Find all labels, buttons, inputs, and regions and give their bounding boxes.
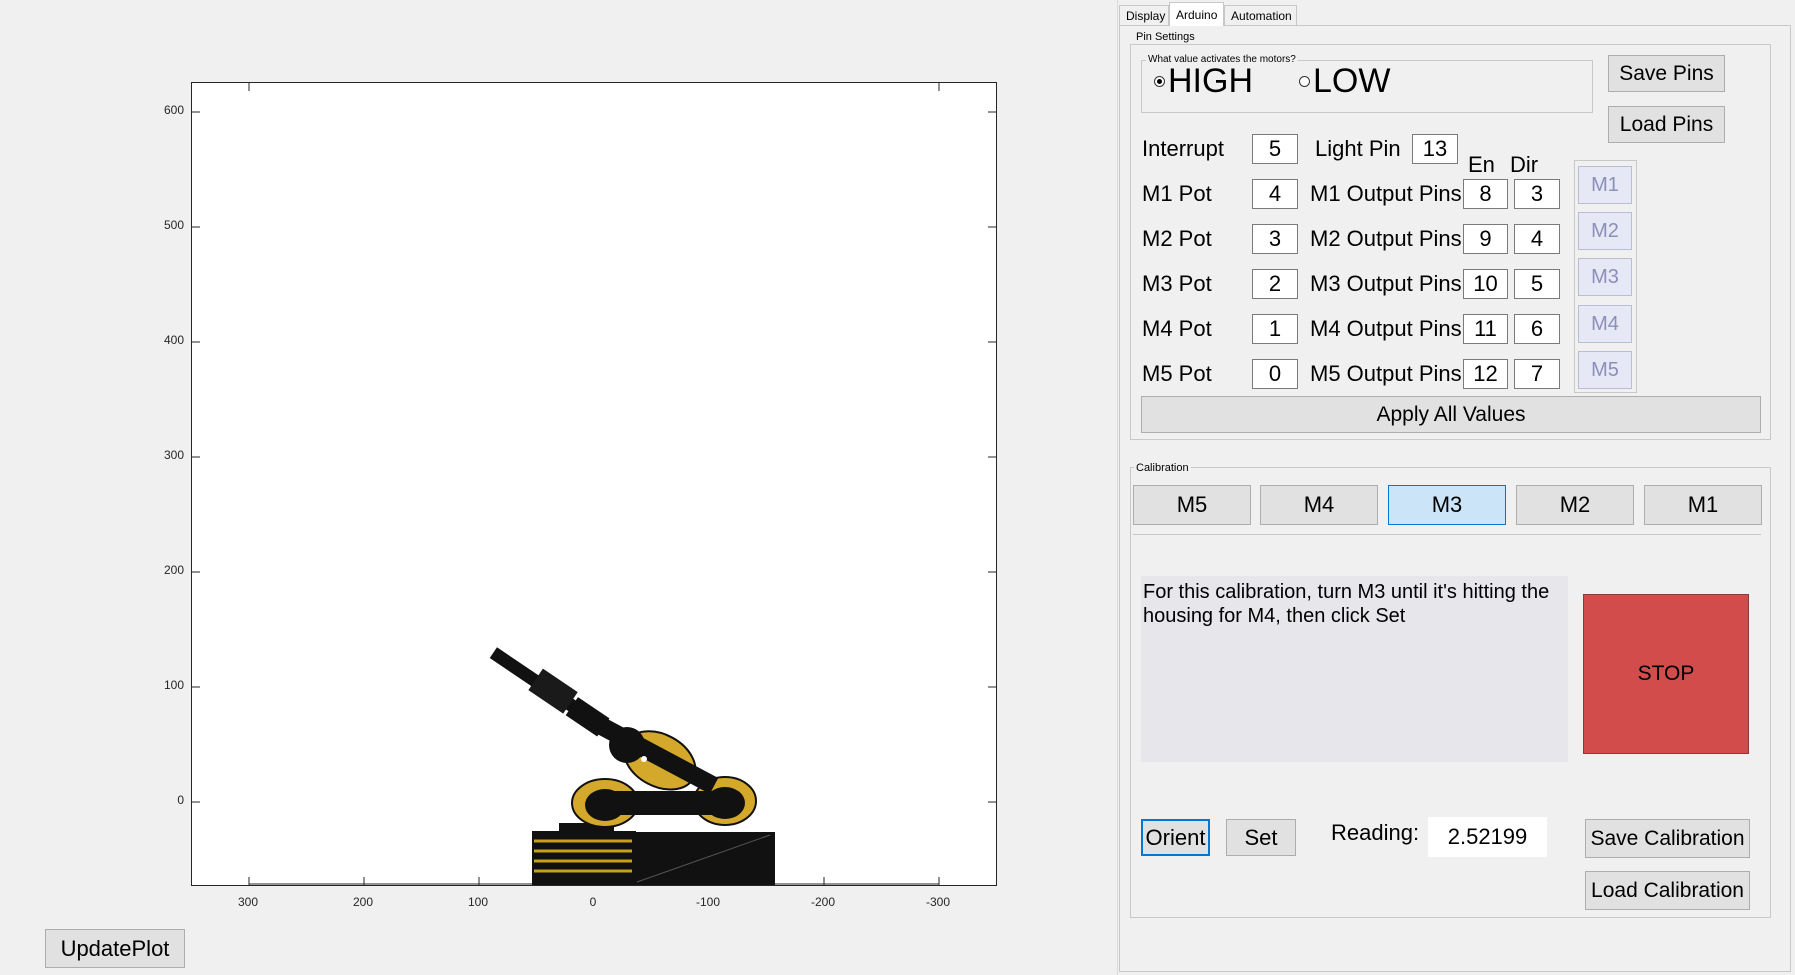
- y-tick-label: 100: [163, 678, 184, 692]
- apply-all-values-button[interactable]: Apply All Values: [1141, 396, 1761, 433]
- calibration-tab-m4[interactable]: M4: [1260, 485, 1378, 525]
- m2-pot-field[interactable]: 3: [1252, 224, 1298, 254]
- m5-en-field[interactable]: 12: [1463, 359, 1508, 389]
- orient-button[interactable]: Orient: [1141, 819, 1210, 856]
- m3-dir-field[interactable]: 5: [1514, 269, 1560, 299]
- m5-dir-field[interactable]: 7: [1514, 359, 1560, 389]
- m4-output-label: M4 Output Pins: [1310, 316, 1462, 341]
- tab-automation[interactable]: Automation: [1224, 5, 1297, 26]
- high-radio[interactable]: [1154, 76, 1165, 87]
- m3-pot-field[interactable]: 2: [1252, 269, 1298, 299]
- load-calibration-button[interactable]: Load Calibration: [1585, 871, 1750, 910]
- light-pin-label: Light Pin: [1315, 136, 1401, 161]
- calibration-tab-m5[interactable]: M5: [1133, 485, 1251, 525]
- m3-output-label: M3 Output Pins: [1310, 271, 1462, 296]
- x-tick-label: 200: [352, 895, 374, 909]
- m5-pot-label: M5 Pot: [1142, 361, 1212, 386]
- m4-test-button[interactable]: M4: [1578, 305, 1632, 343]
- tab-display[interactable]: Display: [1119, 5, 1169, 26]
- m1-test-button[interactable]: M1: [1578, 166, 1632, 204]
- m4-pot-field[interactable]: 1: [1252, 314, 1298, 344]
- m5-pot-field[interactable]: 0: [1252, 359, 1298, 389]
- reading-label: Reading:: [1331, 820, 1420, 845]
- low-radio[interactable]: [1299, 76, 1310, 87]
- m1-pot-label: M1 Pot: [1142, 181, 1212, 206]
- calibration-instructions: For this calibration, turn M3 until it's…: [1141, 576, 1568, 762]
- m3-test-button[interactable]: M3: [1578, 258, 1632, 296]
- calibration-tab-m1[interactable]: M1: [1644, 485, 1762, 525]
- m4-en-field[interactable]: 11: [1463, 314, 1508, 344]
- m2-en-field[interactable]: 9: [1463, 224, 1508, 254]
- y-tick-label: 300: [163, 448, 184, 462]
- plot-axes: [191, 82, 997, 886]
- update-plot-button[interactable]: UpdatePlot: [45, 929, 185, 968]
- stop-button[interactable]: STOP: [1583, 594, 1749, 754]
- m2-pot-label: M2 Pot: [1142, 226, 1212, 251]
- tab-arduino[interactable]: Arduino: [1169, 2, 1224, 26]
- reading-value: 2.52199: [1428, 817, 1547, 857]
- dir-header: Dir: [1510, 152, 1539, 177]
- x-tick-label: -100: [695, 895, 721, 909]
- x-tick-label: -300: [925, 895, 951, 909]
- y-tick-label: 600: [163, 103, 184, 117]
- x-tick-label: 300: [237, 895, 259, 909]
- low-radio-label[interactable]: LOW: [1313, 62, 1390, 101]
- set-button[interactable]: Set: [1226, 819, 1296, 856]
- calibration-tab-m3[interactable]: M3: [1388, 485, 1506, 525]
- robot-arm-drawing: [192, 83, 996, 885]
- en-header: En: [1468, 152, 1495, 177]
- pin-settings-title: Pin Settings: [1134, 31, 1197, 43]
- m2-dir-field[interactable]: 4: [1514, 224, 1560, 254]
- light-pin-field[interactable]: 13: [1412, 134, 1458, 164]
- y-tick-label: 0: [177, 793, 184, 807]
- save-pins-button[interactable]: Save Pins: [1608, 55, 1725, 92]
- y-tick-label: 200: [163, 563, 184, 577]
- y-tick-label: 400: [163, 333, 184, 347]
- m5-test-button[interactable]: M5: [1578, 351, 1632, 389]
- calibration-title: Calibration: [1134, 462, 1191, 474]
- high-radio-label[interactable]: HIGH: [1168, 62, 1253, 101]
- x-tick-label: -200: [810, 895, 836, 909]
- interrupt-field[interactable]: 5: [1252, 134, 1298, 164]
- x-tick-label: 0: [589, 895, 597, 909]
- m2-output-label: M2 Output Pins: [1310, 226, 1462, 251]
- m3-en-field[interactable]: 10: [1463, 269, 1508, 299]
- panel-divider: [1117, 0, 1118, 975]
- calibration-tab-divider: [1133, 534, 1761, 535]
- m2-test-button[interactable]: M2: [1578, 212, 1632, 250]
- m1-en-field[interactable]: 8: [1463, 179, 1508, 209]
- m1-output-label: M1 Output Pins: [1310, 181, 1462, 206]
- load-pins-button[interactable]: Load Pins: [1608, 106, 1725, 143]
- y-tick-label: 500: [163, 218, 184, 232]
- m3-pot-label: M3 Pot: [1142, 271, 1212, 296]
- save-calibration-button[interactable]: Save Calibration: [1585, 819, 1750, 858]
- m5-output-label: M5 Output Pins: [1310, 361, 1462, 386]
- m4-pot-label: M4 Pot: [1142, 316, 1212, 341]
- x-tick-label: 100: [467, 895, 489, 909]
- m4-dir-field[interactable]: 6: [1514, 314, 1560, 344]
- interrupt-label: Interrupt: [1142, 136, 1224, 161]
- m1-pot-field[interactable]: 4: [1252, 179, 1298, 209]
- m1-dir-field[interactable]: 3: [1514, 179, 1560, 209]
- calibration-tab-m2[interactable]: M2: [1516, 485, 1634, 525]
